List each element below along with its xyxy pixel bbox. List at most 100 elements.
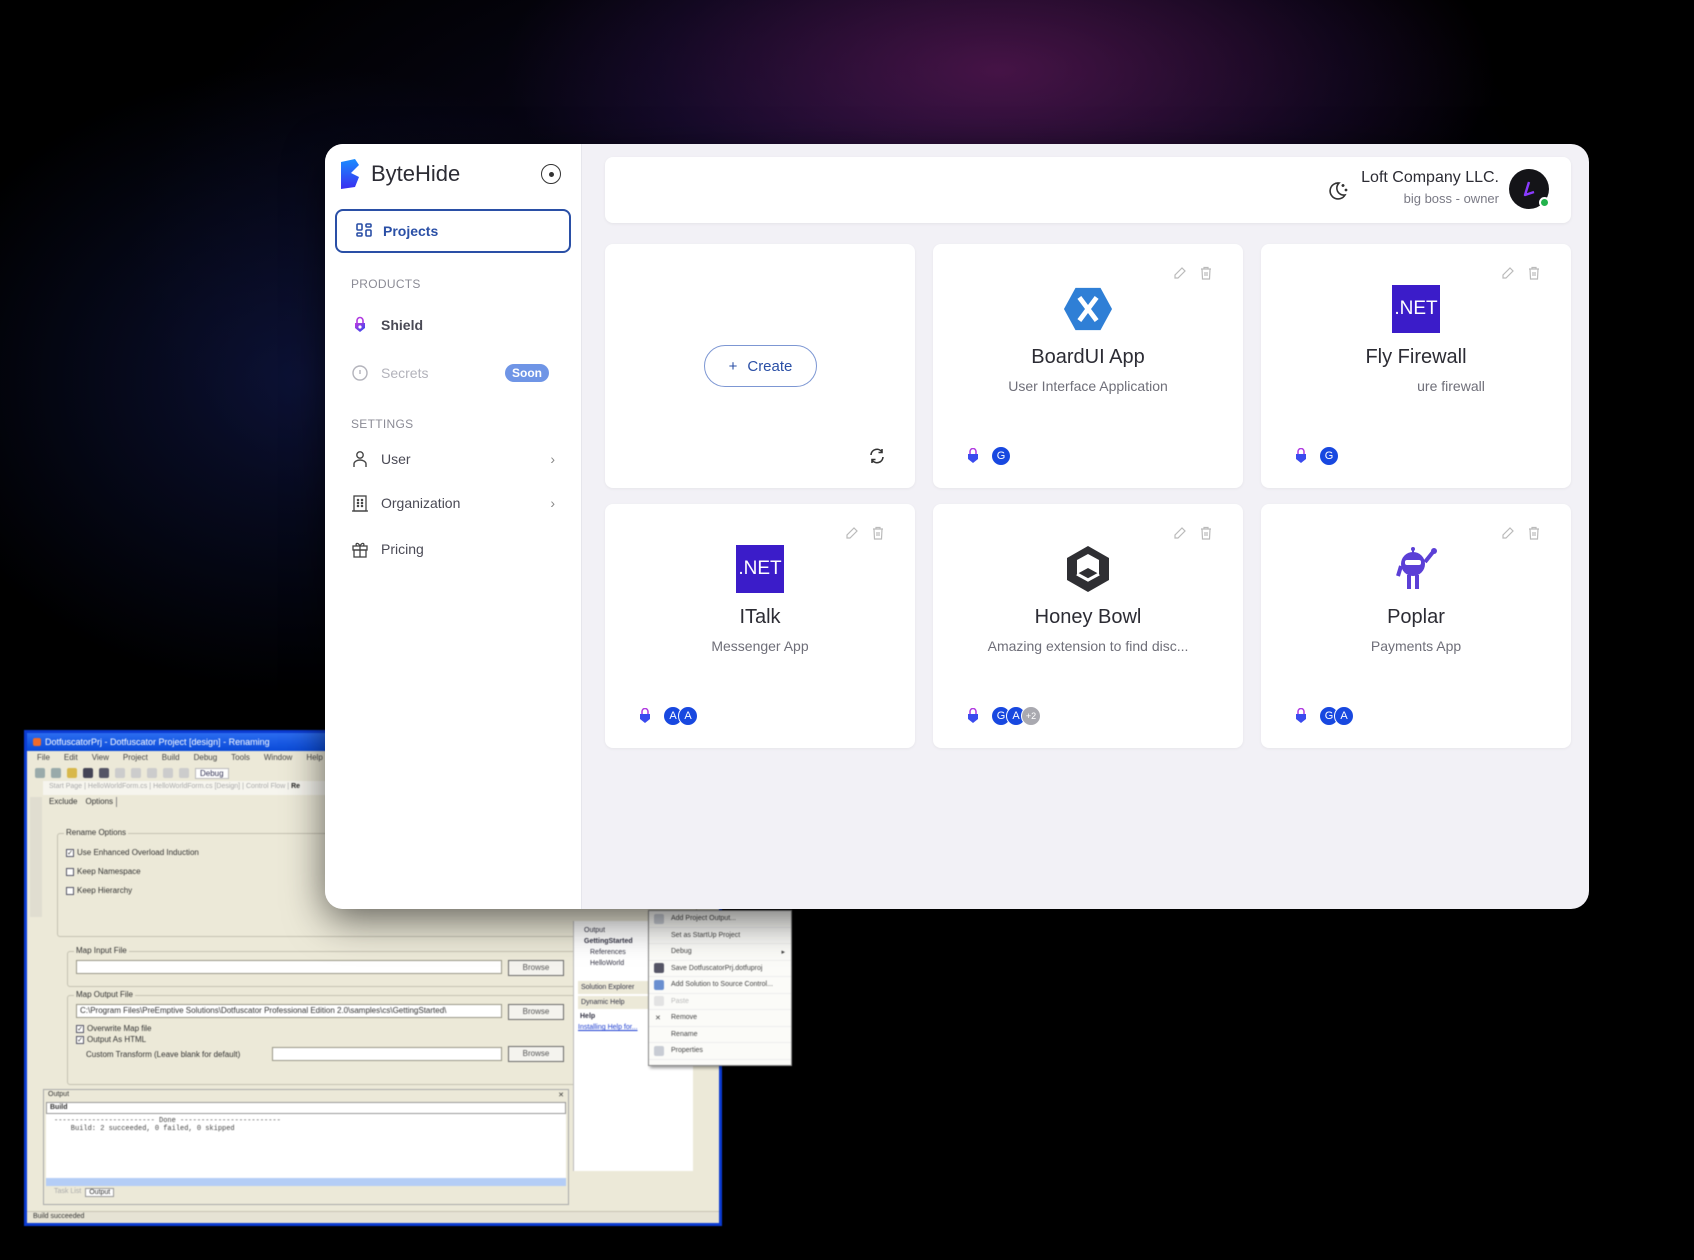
map-input-field[interactable] (76, 960, 502, 974)
ctx-add-source-control[interactable]: Add Solution to Source Control... (649, 977, 791, 994)
doc-tab[interactable]: Control Flow (246, 783, 285, 793)
edit-icon[interactable] (1173, 266, 1187, 280)
ctx-set-startup[interactable]: Set as StartUp Project (649, 928, 791, 944)
trash-icon[interactable] (1527, 266, 1541, 280)
project-members: G A +2 (991, 706, 1041, 726)
trash-icon[interactable] (1527, 526, 1541, 540)
refresh-icon[interactable] (868, 447, 886, 465)
menu-project[interactable]: Project (123, 753, 148, 763)
config-select[interactable]: Debug (195, 767, 229, 779)
tab-exclude[interactable]: Exclude (49, 797, 77, 807)
rename-options-label: Rename Options (64, 828, 129, 837)
server-explorer-strip[interactable] (30, 797, 42, 917)
tab-options[interactable]: Options (85, 797, 118, 807)
copy-icon[interactable] (131, 768, 141, 778)
tab-task-list[interactable]: Task List (54, 1188, 81, 1197)
ctx-rename[interactable]: Rename (649, 1027, 791, 1043)
checkbox-output-html[interactable]: ✓ Output As HTML (76, 1035, 580, 1044)
menu-view[interactable]: View (92, 753, 109, 763)
project-description: ure firewall (1417, 378, 1485, 394)
cut-icon[interactable] (115, 768, 125, 778)
nav-secrets: Secrets Soon (325, 351, 581, 395)
project-card[interactable]: Poplar Payments App G A (1261, 504, 1571, 748)
new-project-icon[interactable] (35, 768, 45, 778)
doc-tab[interactable]: HelloWorldForm.cs [Design] (153, 783, 240, 793)
collapse-sidebar-icon[interactable] (541, 164, 561, 184)
project-description: Payments App (1370, 638, 1462, 654)
edit-icon[interactable] (1501, 266, 1515, 280)
top-bar: Loft Company LLC. big boss - owner (605, 157, 1571, 223)
doc-tab[interactable]: HelloWorldForm.cs (88, 783, 147, 793)
save-all-icon[interactable] (99, 768, 109, 778)
browse-button[interactable]: Browse (508, 1004, 564, 1020)
dotnet-icon: .NET (735, 544, 785, 594)
trash-icon[interactable] (871, 526, 885, 540)
output-text: ------------------------ Done ----------… (46, 1114, 566, 1178)
nav-projects[interactable]: Projects (335, 209, 571, 253)
menu-file[interactable]: File (37, 753, 50, 763)
project-card[interactable]: Honey Bowl Amazing extension to find dis… (933, 504, 1243, 748)
edit-icon[interactable] (845, 526, 859, 540)
redo-icon[interactable] (179, 768, 189, 778)
member-avatar[interactable]: G (1319, 446, 1339, 466)
create-project-button[interactable]: + Create (704, 345, 817, 387)
open-folder-icon[interactable] (67, 768, 77, 778)
checkbox-overwrite-map[interactable]: ✓ Overwrite Map file (76, 1024, 580, 1033)
project-name: Poplar (1387, 606, 1445, 628)
nav-user[interactable]: User › (325, 437, 581, 481)
project-card[interactable]: .NET ITalk Messenger App A A (605, 504, 915, 748)
doc-tab[interactable]: Start Page (49, 783, 82, 793)
output-title: Output (48, 1091, 70, 1098)
project-description: Amazing extension to find disc... (987, 638, 1189, 654)
dark-mode-toggle-icon[interactable] (1325, 179, 1349, 203)
menu-debug[interactable]: Debug (194, 753, 218, 763)
output-source-select[interactable]: Build (46, 1102, 566, 1114)
panel-close-icon[interactable]: ✕ (558, 1091, 564, 1101)
horizontal-scrollbar[interactable] (46, 1178, 566, 1186)
ctx-save[interactable]: Save DotfuscatorPrj.dotfuproj (649, 961, 791, 977)
avatar[interactable] (1509, 169, 1550, 209)
save-icon[interactable] (83, 768, 93, 778)
organization-info[interactable]: Loft Company LLC. big boss - owner (1361, 169, 1499, 206)
paste-icon[interactable] (147, 768, 157, 778)
tab-output[interactable]: Output (85, 1188, 115, 1197)
chevron-right-icon: › (550, 495, 555, 511)
nav-organization[interactable]: Organization › (325, 481, 581, 525)
menu-window[interactable]: Window (264, 753, 292, 763)
browse-button[interactable]: Browse (508, 960, 564, 976)
legacy-title: DotfuscatorPrj - Dotfuscator Project [de… (45, 737, 270, 747)
menu-edit[interactable]: Edit (64, 753, 78, 763)
undo-icon[interactable] (163, 768, 173, 778)
edit-icon[interactable] (1173, 526, 1187, 540)
bytehide-logo-icon (341, 159, 359, 189)
member-avatar[interactable]: A (678, 706, 698, 726)
custom-transform-field[interactable] (272, 1047, 502, 1061)
project-card[interactable]: .NET Fly Firewall ure firewall G (1261, 244, 1571, 488)
ctx-add-project-output[interactable]: Add Project Output... (649, 911, 791, 928)
nav-shield[interactable]: Shield (325, 303, 581, 347)
grid-icon (356, 223, 372, 237)
soon-badge: Soon (505, 364, 549, 382)
map-output-field[interactable]: C:\Program Files\PreEmptive Solutions\Do… (76, 1004, 502, 1018)
dotnet-icon: .NET (1391, 284, 1441, 334)
menu-tools[interactable]: Tools (231, 753, 250, 763)
ctx-properties[interactable]: Properties (649, 1043, 791, 1060)
project-description: User Interface Application (1008, 378, 1168, 394)
plus-icon: + (728, 357, 738, 375)
ctx-remove[interactable]: ✕ Remove (649, 1010, 791, 1027)
trash-icon[interactable] (1199, 526, 1213, 540)
trash-icon[interactable] (1199, 266, 1213, 280)
nav-pricing[interactable]: Pricing (325, 527, 581, 571)
ctx-debug[interactable]: Debug ▸ (649, 944, 791, 961)
project-name: Fly Firewall (1365, 346, 1467, 368)
doc-tab-active[interactable]: Re (291, 783, 300, 793)
menu-build[interactable]: Build (162, 753, 180, 763)
member-avatar[interactable]: G (991, 446, 1011, 466)
edit-icon[interactable] (1501, 526, 1515, 540)
add-item-icon[interactable] (51, 768, 61, 778)
browse-button[interactable]: Browse (508, 1046, 564, 1062)
member-avatar[interactable]: A (1334, 706, 1354, 726)
menu-help[interactable]: Help (306, 753, 322, 763)
more-members-badge[interactable]: +2 (1021, 706, 1041, 726)
project-card[interactable]: BoardUI App User Interface Application G (933, 244, 1243, 488)
